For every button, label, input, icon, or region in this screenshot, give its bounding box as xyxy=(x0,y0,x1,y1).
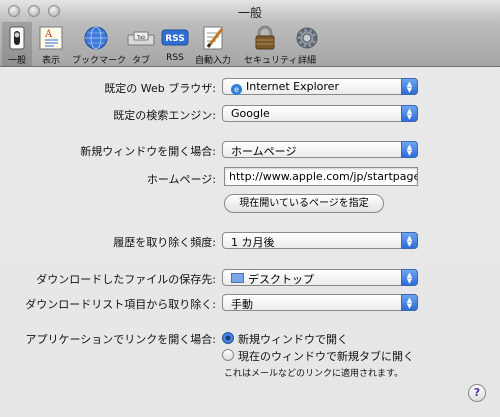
tab-rss[interactable]: RSS RSS xyxy=(160,22,190,66)
tabs-icon: Tab xyxy=(127,31,155,46)
download-location-label: ダウンロードしたファイルの保存先: xyxy=(36,273,216,286)
radio-new-window-label: 新規ウィンドウで開く xyxy=(238,333,348,346)
ie-icon: e xyxy=(231,84,242,95)
popup-arrows-icon: ▲ ▼ xyxy=(401,141,418,158)
radio-new-window[interactable] xyxy=(222,332,234,344)
default-browser-popup[interactable]: e Internet Explorer ▲ ▼ xyxy=(222,78,418,95)
popup-arrows-icon: ▲ ▼ xyxy=(401,78,418,95)
help-button[interactable]: ? xyxy=(468,384,486,402)
folder-icon xyxy=(231,273,244,283)
download-list-popup[interactable]: 手動 ▲ ▼ xyxy=(222,294,418,311)
appearance-icon: A xyxy=(39,26,63,50)
tab-autofill-label: 自動入力 xyxy=(194,56,231,66)
pencil-paper-icon xyxy=(203,26,224,50)
download-location-text: デスクトップ xyxy=(248,273,314,286)
popup-arrows-icon: ▲ ▼ xyxy=(401,105,418,122)
tab-bookmarks[interactable]: ブックマーク xyxy=(72,22,126,66)
homepage-field[interactable]: http://www.apple.com/jp/startpage xyxy=(224,167,418,186)
globe-icon xyxy=(84,26,108,50)
tab-security-label: セキュリティ xyxy=(244,56,298,66)
default-search-popup[interactable]: Google ▲ ▼ xyxy=(222,105,418,122)
set-current-page-button[interactable]: 現在開いているページを指定 xyxy=(224,194,384,213)
lock-icon xyxy=(255,25,275,50)
appearance-badge: A xyxy=(44,29,53,40)
radio-new-tab[interactable] xyxy=(222,349,234,361)
homepage-label: ホームページ: xyxy=(146,173,216,186)
default-browser-value: e Internet Explorer xyxy=(231,80,339,95)
popup-arrows-icon: ▲ ▼ xyxy=(401,294,418,311)
preferences-window: 一般 一般 A 表示 ブックマーク Tab タブ RSS RSS 自動入力 セキ… xyxy=(0,0,500,417)
default-browser-text: Internet Explorer xyxy=(246,80,339,93)
tab-bookmarks-label: ブックマーク xyxy=(72,56,127,66)
new-window-label: 新規ウィンドウを開く場合: xyxy=(80,145,216,158)
open-links-label: アプリケーションでリンクを開く場合: xyxy=(25,333,217,346)
tab-autofill[interactable]: 自動入力 xyxy=(195,22,231,66)
history-value: 1 カ月後 xyxy=(231,236,275,249)
window-title: 一般 xyxy=(237,6,262,20)
preferences-toolbar: 一般 A 表示 ブックマーク Tab タブ RSS RSS 自動入力 セキュリテ… xyxy=(0,22,500,67)
popup-arrows-icon: ▲ ▼ xyxy=(401,232,418,249)
popup-arrows-icon: ▲ ▼ xyxy=(401,269,418,286)
download-list-value: 手動 xyxy=(231,298,253,311)
history-label: 履歴を取り除く頻度: xyxy=(113,236,216,249)
general-pane: 既定の Web ブラウザ: e Internet Explorer ▲ ▼ 既定の検… xyxy=(0,67,500,417)
tab-advanced[interactable]: 詳細 xyxy=(292,22,322,66)
download-location-popup[interactable]: デスクトップ ▲ ▼ xyxy=(222,269,418,286)
tab-appearance-label: 表示 xyxy=(41,56,60,66)
tab-general[interactable]: 一般 xyxy=(2,22,32,66)
download-location-value: デスクトップ xyxy=(231,271,314,287)
download-list-label: ダウンロードリスト項目から取り除く: xyxy=(25,298,216,311)
default-search-value: Google xyxy=(231,107,270,120)
tab-appearance[interactable]: A 表示 xyxy=(36,22,66,66)
rss-badge: RSS xyxy=(165,34,185,44)
tab-security[interactable]: セキュリティ xyxy=(244,22,297,66)
history-popup[interactable]: 1 カ月後 ▲ ▼ xyxy=(222,232,418,249)
tab-advanced-label: 詳細 xyxy=(297,56,316,66)
default-search-label: 既定の検索エンジン: xyxy=(113,109,216,122)
rss-icon: RSS xyxy=(161,29,189,46)
switch-icon xyxy=(9,26,25,50)
title-bar: 一般 xyxy=(0,0,500,22)
new-window-popup[interactable]: ホームページ ▲ ▼ xyxy=(222,141,418,158)
links-note: これはメールなどのリンクに適用されます。 xyxy=(224,369,404,379)
tab-tabs[interactable]: Tab タブ xyxy=(126,22,156,66)
radio-new-tab-label: 現在のウィンドウで新規タブに開く xyxy=(238,350,414,363)
gear-icon xyxy=(296,27,318,49)
tab-badge: Tab xyxy=(136,35,145,41)
new-window-value: ホームページ xyxy=(231,145,297,158)
default-browser-label: 既定の Web ブラウザ: xyxy=(104,82,216,95)
